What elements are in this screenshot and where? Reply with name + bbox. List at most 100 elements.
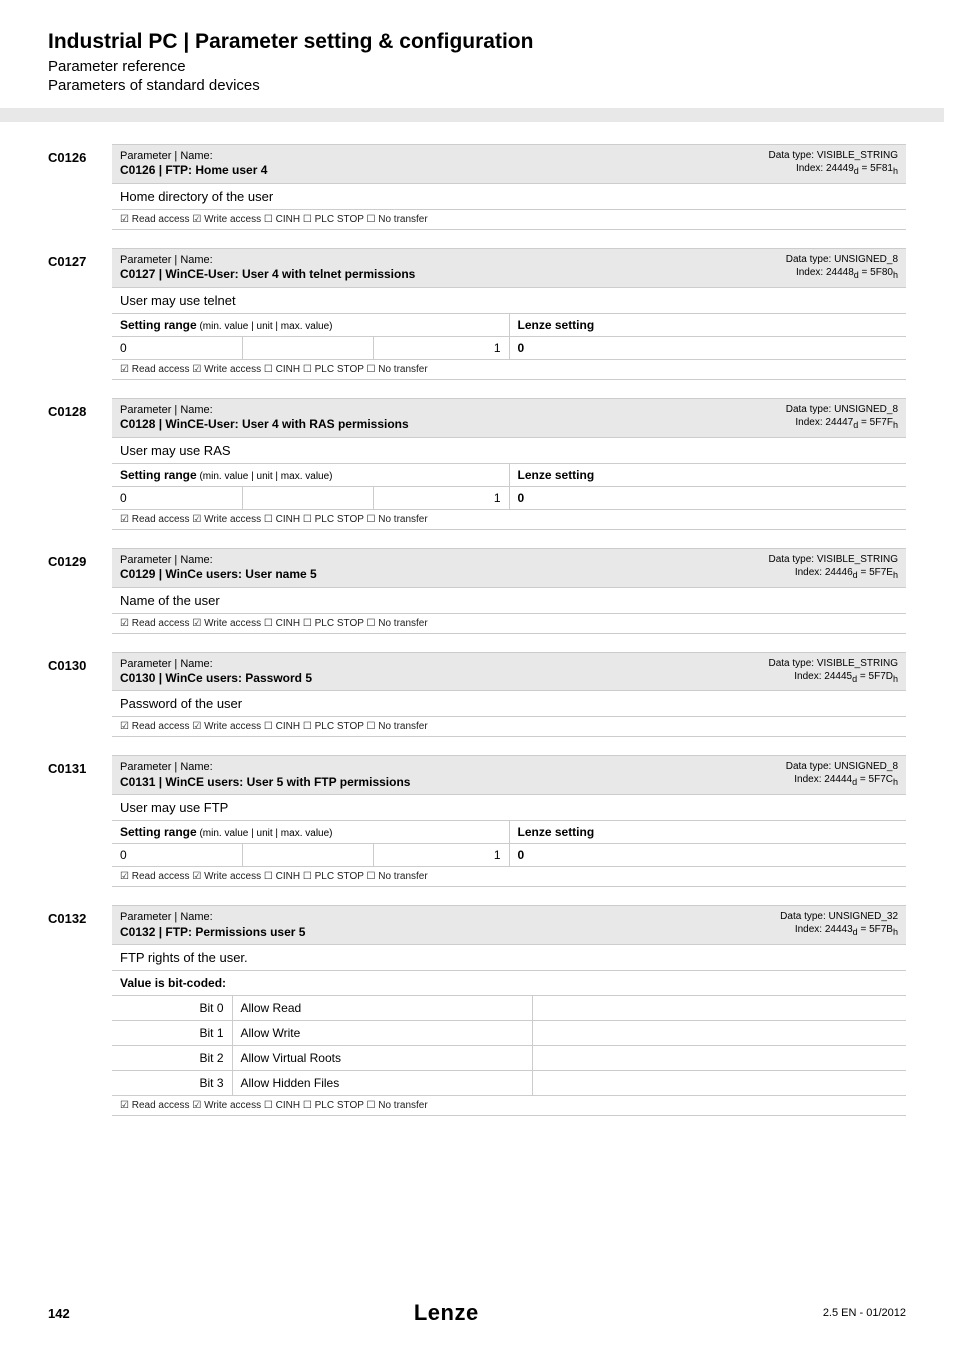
access-flags: ☑ Read access ☑ Write access ☐ CINH ☐ PL…	[112, 510, 906, 530]
param-block: C0132Parameter | Name:C0132 | FTP: Permi…	[48, 905, 906, 1116]
lenze-value: 0	[509, 844, 906, 867]
param-name: C0131 | WinCE users: User 5 with FTP per…	[120, 775, 708, 791]
param-header: Parameter | Name:C0127 | WinCE-User: Use…	[112, 248, 906, 288]
param-name: C0129 | WinCe users: User name 5	[120, 567, 708, 583]
param-name-label: Parameter | Name:	[120, 253, 708, 267]
bit-number: Bit 1	[112, 1021, 232, 1046]
access-flags: ☑ Read access ☑ Write access ☐ CINH ☐ PL…	[112, 717, 906, 737]
min-value: 0	[112, 844, 243, 866]
param-description: User may use FTP	[112, 795, 906, 821]
max-value: 1	[374, 337, 509, 359]
bits-table: Bit 0Allow ReadBit 1Allow WriteBit 2Allo…	[112, 996, 906, 1096]
bit-number: Bit 0	[112, 996, 232, 1021]
param-datatype: Data type: UNSIGNED_8	[724, 253, 898, 266]
param-name: C0127 | WinCE-User: User 4 with telnet p…	[120, 267, 708, 283]
bit-label: Allow Read	[232, 996, 532, 1021]
param-id: C0126	[48, 144, 112, 230]
param-name-label: Parameter | Name:	[120, 553, 708, 567]
param-header: Parameter | Name:C0128 | WinCE-User: Use…	[112, 398, 906, 438]
page-number: 142	[48, 1306, 70, 1321]
lenze-setting-header: Lenze setting	[509, 821, 906, 844]
param-header: Parameter | Name:C0131 | WinCE users: Us…	[112, 755, 906, 795]
param-header: Parameter | Name:C0132 | FTP: Permission…	[112, 905, 906, 945]
bit-empty	[532, 1046, 906, 1071]
page-main-title: Industrial PC | Parameter setting & conf…	[48, 30, 906, 54]
param-description: Name of the user	[112, 588, 906, 614]
param-description: Home directory of the user	[112, 184, 906, 210]
param-datatype: Data type: VISIBLE_STRING	[724, 657, 898, 670]
bit-number: Bit 3	[112, 1071, 232, 1096]
param-block: C0127Parameter | Name:C0127 | WinCE-User…	[48, 248, 906, 380]
param-id: C0132	[48, 905, 112, 1116]
brand-logo: Lenze	[414, 1300, 479, 1326]
doc-version: 2.5 EN - 01/2012	[823, 1307, 906, 1319]
max-value: 1	[374, 487, 509, 509]
param-index: Index: 24449d = 5F81h	[724, 162, 898, 178]
lenze-value: 0	[509, 486, 906, 509]
param-index: Index: 24443d = 5F7Bh	[724, 923, 898, 939]
unit-value	[243, 844, 374, 866]
param-body: Parameter | Name:C0128 | WinCE-User: Use…	[112, 398, 906, 530]
param-block: C0128Parameter | Name:C0128 | WinCE-User…	[48, 398, 906, 530]
param-index: Index: 24444d = 5F7Ch	[724, 773, 898, 789]
param-header: Parameter | Name:C0126 | FTP: Home user …	[112, 144, 906, 184]
param-block: C0131Parameter | Name:C0131 | WinCE user…	[48, 755, 906, 887]
param-name: C0132 | FTP: Permissions user 5	[120, 925, 708, 941]
param-description: Password of the user	[112, 691, 906, 717]
param-body: Parameter | Name:C0129 | WinCe users: Us…	[112, 548, 906, 634]
access-flags: ☑ Read access ☑ Write access ☐ CINH ☐ PL…	[112, 1096, 906, 1116]
param-name: C0130 | WinCe users: Password 5	[120, 671, 708, 687]
param-datatype: Data type: UNSIGNED_32	[724, 910, 898, 923]
page-footer: 142 Lenze 2.5 EN - 01/2012	[48, 1300, 906, 1326]
bit-label: Allow Write	[232, 1021, 532, 1046]
param-description: User may use RAS	[112, 438, 906, 464]
param-id: C0127	[48, 248, 112, 380]
bit-label: Allow Virtual Roots	[232, 1046, 532, 1071]
param-id: C0128	[48, 398, 112, 530]
bit-empty	[532, 996, 906, 1021]
param-id: C0130	[48, 652, 112, 738]
setting-range-table: Setting range (min. value | unit | max. …	[112, 821, 906, 867]
title-divider	[0, 108, 944, 122]
param-body: Parameter | Name:C0127 | WinCE-User: Use…	[112, 248, 906, 380]
page-subtitle-2: Parameters of standard devices	[48, 77, 906, 94]
param-index: Index: 24445d = 5F7Dh	[724, 670, 898, 686]
param-description: User may use telnet	[112, 288, 906, 314]
param-name-label: Parameter | Name:	[120, 149, 708, 163]
min-value: 0	[112, 487, 243, 509]
param-block: C0126Parameter | Name:C0126 | FTP: Home …	[48, 144, 906, 230]
param-body: Parameter | Name:C0132 | FTP: Permission…	[112, 905, 906, 1116]
param-index: Index: 24446d = 5F7Eh	[724, 566, 898, 582]
param-datatype: Data type: UNSIGNED_8	[724, 760, 898, 773]
param-block: C0129Parameter | Name:C0129 | WinCe user…	[48, 548, 906, 634]
setting-range-header: Setting range (min. value | unit | max. …	[112, 821, 509, 844]
setting-range-table: Setting range (min. value | unit | max. …	[112, 464, 906, 510]
bit-empty	[532, 1071, 906, 1096]
param-body: Parameter | Name:C0130 | WinCe users: Pa…	[112, 652, 906, 738]
unit-value	[243, 487, 374, 509]
bit-empty	[532, 1021, 906, 1046]
param-index: Index: 24447d = 5F7Fh	[724, 416, 898, 432]
setting-range-table: Setting range (min. value | unit | max. …	[112, 314, 906, 360]
param-body: Parameter | Name:C0131 | WinCE users: Us…	[112, 755, 906, 887]
param-name: C0128 | WinCE-User: User 4 with RAS perm…	[120, 417, 708, 433]
lenze-value: 0	[509, 336, 906, 359]
access-flags: ☑ Read access ☑ Write access ☐ CINH ☐ PL…	[112, 614, 906, 634]
access-flags: ☑ Read access ☑ Write access ☐ CINH ☐ PL…	[112, 360, 906, 380]
max-value: 1	[374, 844, 509, 866]
param-name-label: Parameter | Name:	[120, 403, 708, 417]
param-datatype: Data type: UNSIGNED_8	[724, 403, 898, 416]
min-value: 0	[112, 337, 243, 359]
lenze-setting-header: Lenze setting	[509, 464, 906, 487]
access-flags: ☑ Read access ☑ Write access ☐ CINH ☐ PL…	[112, 867, 906, 887]
param-header: Parameter | Name:C0129 | WinCe users: Us…	[112, 548, 906, 588]
param-header: Parameter | Name:C0130 | WinCe users: Pa…	[112, 652, 906, 692]
param-id: C0131	[48, 755, 112, 887]
bit-number: Bit 2	[112, 1046, 232, 1071]
param-name-label: Parameter | Name:	[120, 910, 708, 924]
unit-value	[243, 337, 374, 359]
param-name: C0126 | FTP: Home user 4	[120, 163, 708, 179]
access-flags: ☑ Read access ☑ Write access ☐ CINH ☐ PL…	[112, 210, 906, 230]
param-description: FTP rights of the user.	[112, 945, 906, 971]
param-name-label: Parameter | Name:	[120, 657, 708, 671]
